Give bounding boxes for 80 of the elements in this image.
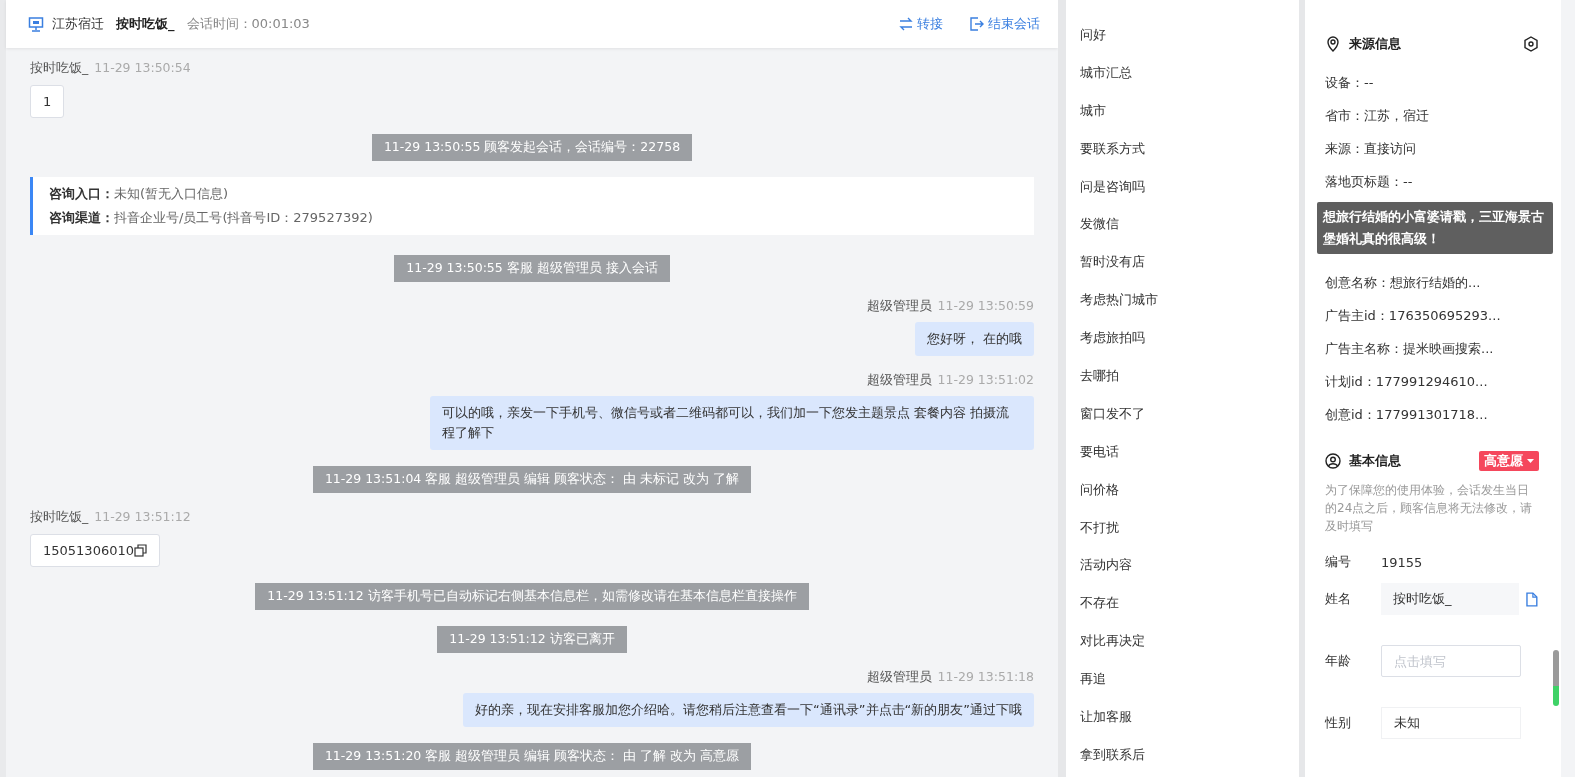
quick-reply-item[interactable]: 考虑热门城市	[1080, 281, 1299, 320]
message-time: 11-29 13:51:12	[94, 509, 191, 524]
quick-reply-item[interactable]: 不存在	[1080, 584, 1299, 623]
input-field[interactable]: 点击填写	[1381, 645, 1521, 677]
caret-icon	[1527, 459, 1534, 463]
message-bubble: 可以的哦，亲发一下手机号、微信号或者二维码都可以，我们加一下您发主题景点 套餐内容 拍摄流程了解下	[430, 396, 1034, 450]
exit-icon	[969, 16, 985, 32]
notice-text: 为了保障您的使用体验，会话发生当日的24点之后，顾客信息将无法修改，请及时填写	[1325, 482, 1534, 535]
message-bubble: 好的亲，现在安排客服加您介绍哈。请您稍后注意查看一下“通讯录”并点击“新的朋友”通过下哦	[463, 693, 1034, 727]
field-label: 编号	[1325, 553, 1352, 571]
end-session-button[interactable]: 结束会话	[969, 15, 1040, 33]
quick-reply-item[interactable]: 问好	[1080, 16, 1299, 54]
scrollbar-thumb	[1553, 650, 1559, 706]
session-timer: 会话时间：00:01:03	[186, 15, 310, 33]
quick-reply-item[interactable]: 要电话	[1080, 432, 1299, 471]
message-time: 11-29 13:50:54	[94, 60, 191, 75]
system-notice: 11-29 13:50:55 顾客发起会话，会话编号：22758	[371, 134, 693, 161]
transfer-button[interactable]: 转接	[898, 15, 943, 33]
source-info-row-text: 广告主名称：提米映画搜索...	[1325, 340, 1495, 358]
settings-icon[interactable]	[1523, 36, 1539, 52]
message-bubble: 15051306010	[30, 534, 160, 567]
intent-tag-dropdown[interactable]: 高意愿	[1479, 451, 1539, 471]
quick-reply-item[interactable]: 暂时没有店	[1080, 243, 1299, 282]
quick-reply-item[interactable]: 窗口发不了	[1080, 394, 1299, 433]
consult-info-line: 咨询入口：未知(暂无入口信息)	[49, 185, 230, 203]
quick-reply-item[interactable]: 要联系方式	[1080, 129, 1299, 168]
field-label: 姓名	[1325, 590, 1352, 608]
swap-arrows-icon	[898, 16, 914, 32]
message-time: 11-29 13:51:18	[937, 669, 1034, 684]
monitor-icon	[28, 16, 44, 32]
location-pin-icon	[1325, 36, 1341, 52]
quick-reply-item[interactable]: 城市	[1080, 91, 1299, 130]
copy-icon[interactable]	[134, 544, 147, 557]
quick-reply-item[interactable]: 问是咨询吗	[1080, 167, 1299, 206]
section-title: 来源信息	[1349, 35, 1401, 53]
source-info-row-text: 落地页标题：--	[1325, 173, 1414, 191]
sender-line: 超级管理员 11-29 13:51:18	[866, 669, 1034, 686]
source-info-row-text: 来源：直接访问	[1325, 140, 1417, 158]
system-notice: 11-29 13:50:55 客服 超级管理员 接入会话	[394, 255, 670, 282]
quick-reply-item[interactable]: 拿到联系后	[1080, 735, 1299, 774]
select-field[interactable]: 未知	[1381, 707, 1521, 739]
quick-reply-item[interactable]: 发微信	[1080, 205, 1299, 244]
message-time: 11-29 13:50:59	[937, 298, 1034, 313]
name-field: 按时吃饭_	[1381, 583, 1520, 615]
system-notice: 11-29 13:51:20 客服 超级管理员 编辑 顾客状态： 由 了解 改为 高意愿	[312, 743, 752, 770]
section-title: 基本信息	[1349, 452, 1401, 470]
field-value: 19155	[1381, 554, 1423, 570]
source-info-row-text: 设备：--	[1325, 74, 1375, 92]
quick-reply-item[interactable]: 考虑旅拍吗	[1080, 319, 1299, 357]
message-time: 11-29 13:51:02	[937, 372, 1034, 387]
customer-name: 按时吃饭_	[116, 15, 175, 33]
quick-reply-item[interactable]: 去哪拍	[1080, 357, 1299, 395]
quick-reply-item[interactable]: 问价格	[1080, 470, 1299, 509]
source-info-row-text: 创意名称：想旅行结婚的...	[1325, 274, 1482, 292]
user-icon	[1325, 453, 1341, 469]
field-label: 性别	[1325, 714, 1352, 732]
system-notice: 11-29 13:51:12 访客手机号已自动标记右侧基本信息栏，如需修改请在基本信息栏直接操作	[255, 583, 809, 610]
sender-line: 按时吃饭_ 11-29 13:50:54	[30, 60, 191, 77]
quick-reply-item[interactable]: 让加客服	[1080, 698, 1299, 736]
sender-line: 超级管理员 11-29 13:51:02	[866, 372, 1034, 389]
quick-reply-item[interactable]: 活动内容	[1080, 546, 1299, 585]
source-info-row-text: 创意id：177991301718...	[1325, 406, 1489, 424]
system-notice: 11-29 13:51:04 客服 超级管理员 编辑 顾客状态： 由 未标记 改为 了解	[312, 466, 752, 493]
quick-reply-item[interactable]: 对比再决定	[1080, 622, 1299, 661]
source-info-row-text: 省市：江苏，宿迁	[1325, 107, 1430, 125]
source-info-row-text: 计划id：177991294610...	[1325, 373, 1489, 391]
system-notice: 11-29 13:51:12 访客已离开	[437, 626, 627, 653]
quick-reply-item[interactable]: 不打扰	[1080, 508, 1299, 547]
sender-line: 超级管理员 11-29 13:50:59	[866, 298, 1034, 315]
sender-line: 按时吃饭_ 11-29 13:51:12	[30, 509, 191, 526]
quick-reply-item[interactable]: 城市汇总	[1080, 53, 1299, 92]
quick-reply-item[interactable]: 再追	[1080, 660, 1299, 699]
visitor-location: 江苏宿迁	[52, 15, 104, 33]
message-bubble: 1	[30, 85, 65, 118]
source-info-row-text: 广告主id：176350695293...	[1325, 307, 1502, 325]
message-bubble: 您好呀， 在的哦	[914, 322, 1034, 356]
consult-info-line: 咨询渠道：抖音企业号/员工号(抖音号ID：279527392)	[49, 209, 374, 227]
copy-icon[interactable]	[1525, 591, 1539, 607]
field-label: 年龄	[1325, 652, 1352, 670]
tooltip: 想旅行结婚的小富婆请戳，三亚海景古堡婚礼真的很高级！	[1317, 202, 1553, 254]
